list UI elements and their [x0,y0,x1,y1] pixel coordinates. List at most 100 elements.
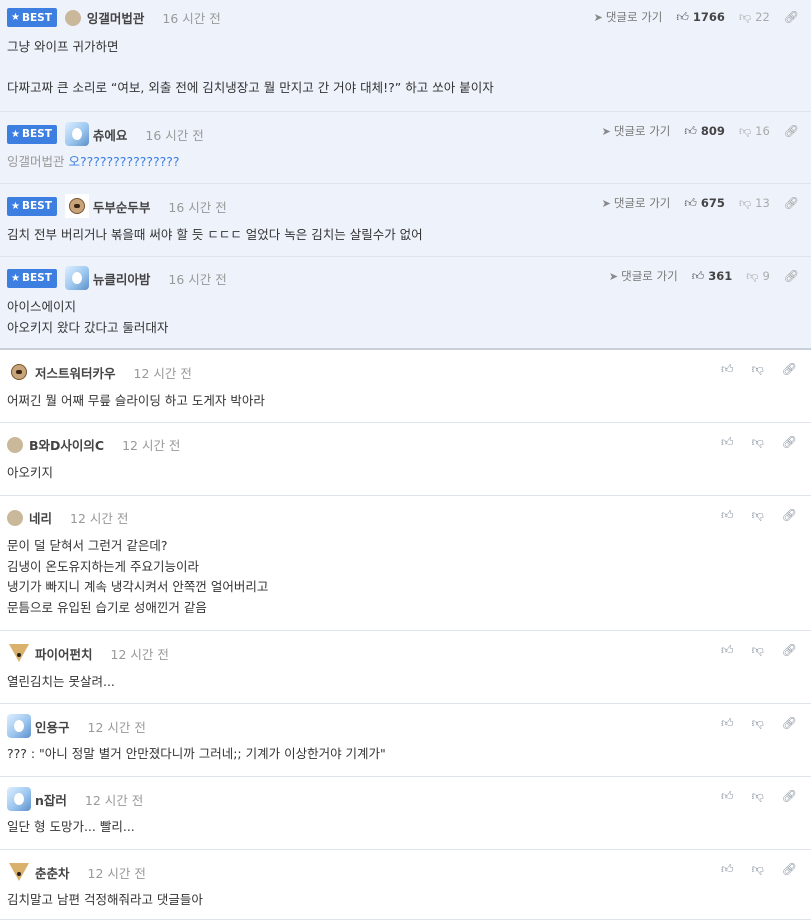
goto-comment-link[interactable]: ➤ 댓글로 가기 [594,9,663,25]
link-icon[interactable]: 🔗︎ [784,124,799,138]
thumbs-up-icon[interactable]: 👍︎ [721,362,734,377]
thumbs-down-icon[interactable]: 👎︎ [752,862,764,877]
link-icon[interactable]: 🔗︎ [784,196,799,210]
timestamp: 12 시간 전 [87,719,146,735]
comment-text: 그냥 와이프 귀가하면 다짜고짜 큰 소리로 “여보, 외출 전에 김치냉장고 뭘… [7,37,494,99]
thumbs-up-icon[interactable]: 👍︎ [721,435,734,450]
link-icon[interactable]: 🔗︎ [784,269,799,283]
link-icon[interactable]: 🔗︎ [782,716,797,731]
comment-text: 아이스에이지 아오키지 왔다 갔다고 둘러대자 [7,297,168,338]
goto-label: 댓글로 가기 [613,124,671,138]
thumbs-down-icon[interactable]: 👎︎ [752,643,764,658]
nickname[interactable]: 인용구 [35,717,70,736]
link-icon[interactable]: 🔗︎ [782,435,797,450]
like-button[interactable]: 👍︎ 675 [684,196,725,211]
comment: B와D사이의C 12 시간 전 👍︎ 👎︎ 🔗︎ 아오키지 [0,423,811,496]
thumbs-up-icon[interactable]: 👍︎ [721,508,734,523]
nickname[interactable]: 뉴클리아밤 [93,269,151,288]
nickname[interactable]: 저스트워터카우 [35,363,116,382]
thumbs-up-icon: 👍︎ [684,123,697,138]
nickname[interactable]: 두부순두부 [93,197,151,216]
star-icon: ★ [11,200,20,212]
avatar[interactable] [7,360,31,384]
link-icon[interactable]: 🔗︎ [782,643,797,658]
best-comment: ★ BEST 잉갤머법관 16 시간 전 ➤ 댓글로 가기 👍︎ 1766 👎︎ 22 … [0,0,811,112]
link-icon[interactable]: 🔗︎ [782,862,797,877]
thumbs-up-icon[interactable]: 👍︎ [721,643,734,658]
nickname[interactable]: 파이어펀치 [35,644,93,663]
dislike-button[interactable]: 👎︎ 22 [739,10,770,25]
text-line: 다짜고짜 큰 소리로 “여보, 외출 전에 김치냉장고 뭘 만지고 간 거야 대… [7,80,494,95]
like-count: 1766 [692,10,725,24]
nickname[interactable]: n잡러 [35,790,67,809]
link-icon[interactable]: 🔗︎ [782,789,797,804]
avatar[interactable] [7,860,31,884]
thumbs-down-icon[interactable]: 👎︎ [752,789,764,804]
timestamp: 12 시간 전 [133,365,192,381]
send-arrow-icon: ➤ [601,196,611,210]
link-icon[interactable]: 🔗︎ [784,10,799,24]
goto-label: 댓글로 가기 [621,269,678,283]
avatar[interactable] [64,266,89,290]
send-arrow-icon: ➤ [608,269,619,283]
avatar[interactable] [64,122,89,146]
star-icon: ★ [11,12,20,23]
timestamp: 12 시간 전 [87,865,146,881]
timestamp: 12 시간 전 [70,511,129,526]
comment-text: 문이 덜 닫혀서 그런거 같은데? 김냉이 온도유지하는게 주요기능이라 냉기가 빠… [7,536,268,618]
thumbs-down-icon[interactable]: 👎︎ [752,508,764,523]
comment: 춘춘차 12 시간 전 👍︎ 👎︎ 🔗︎ 김치말고 남편 걱정해줘라고 댓글들아 [0,850,811,920]
dislike-button[interactable]: 👎︎ 16 [739,124,770,139]
mention-link[interactable]: 잉갤머법관 [7,154,65,169]
avatar[interactable] [7,714,31,738]
avatar[interactable] [64,9,81,26]
text-line: 김냉이 온도유지하는게 주요기능이라 [7,558,199,574]
best-badge: ★ BEST [7,8,57,27]
thumbs-down-icon[interactable]: 👎︎ [752,435,764,450]
avatar[interactable] [64,194,89,218]
thumbs-up-icon: 👍︎ [676,9,689,24]
best-label: BEST [21,128,52,140]
timestamp: 12 시간 전 [110,646,169,662]
best-label: BEST [21,200,52,212]
nickname[interactable]: 츄에요 [93,125,128,144]
send-arrow-icon: ➤ [593,10,603,24]
star-icon: ★ [11,128,20,140]
comment-text: ??? : "아니 정말 별거 안만졌다니까 그러네;; 기계가 이상한거야 기… [7,744,386,765]
text-line: 어쩌긴 뭘 어째 무릎 슬라이딩 하고 도게자 박아라 [7,393,265,408]
nickname[interactable]: 춘춘차 [35,863,70,882]
thumbs-down-icon: 👎︎ [746,268,759,283]
text-line: 아오키지 [7,465,54,480]
text-line: 열린김치는 못살려... [7,674,115,689]
dislike-button[interactable]: 👎︎ 9 [746,269,770,284]
like-button[interactable]: 👍︎ 361 [692,269,733,284]
text-line: ??? : "아니 정말 별거 안만졌다니까 그러네;; 기계가 이상한거야 기… [7,746,386,761]
comment: n잡러 12 시간 전 👍︎ 👎︎ 🔗︎ 일단 형 도망가... 빨리... [0,777,811,850]
nickname[interactable]: 잉갤머법관 [87,8,145,27]
thumbs-down-icon[interactable]: 👎︎ [752,362,764,377]
link-icon[interactable]: 🔗︎ [782,508,797,523]
nickname[interactable]: 네리 [29,508,52,527]
goto-comment-link[interactable]: ➤ 댓글로 가기 [609,268,678,284]
nickname[interactable]: B와D사이의C [29,435,104,454]
dislike-button[interactable]: 👎︎ 13 [739,196,770,211]
avatar[interactable] [7,436,23,453]
thumbs-up-icon[interactable]: 👍︎ [721,716,734,731]
goto-comment-link[interactable]: ➤ 댓글로 가기 [602,195,671,211]
avatar[interactable] [7,509,23,526]
comment: 파이어펀치 12 시간 전 👍︎ 👎︎ 🔗︎ 열린김치는 못살려... [0,631,811,704]
link-icon[interactable]: 🔗︎ [782,362,797,377]
timestamp: 16 시간 전 [145,127,204,143]
thumbs-up-icon: 👍︎ [691,268,705,283]
avatar[interactable] [7,787,31,811]
comment-text: 김치말고 남편 걱정해줘라고 댓글들아 [7,890,203,911]
like-button[interactable]: 👍︎ 1766 [676,10,725,25]
comment-text: 아오키지 [7,463,53,484]
thumbs-down-icon[interactable]: 👎︎ [752,716,764,731]
thumbs-up-icon[interactable]: 👍︎ [721,789,734,804]
thumbs-up-icon[interactable]: 👍︎ [721,862,734,877]
text-line: 아오키지 왔다 갔다고 둘러대자 [7,319,169,335]
goto-comment-link[interactable]: ➤ 댓글로 가기 [602,123,671,139]
avatar[interactable] [7,641,31,665]
like-button[interactable]: 👍︎ 809 [684,124,725,139]
